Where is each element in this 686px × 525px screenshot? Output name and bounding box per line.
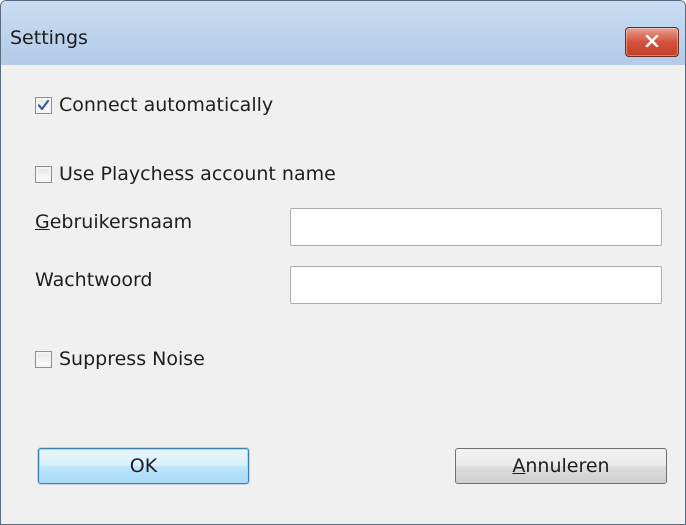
cancel-button[interactable]: Annuleren bbox=[455, 448, 667, 484]
username-label: Gebruikersnaam bbox=[35, 211, 192, 233]
cancel-mnemonic: A bbox=[512, 455, 526, 477]
checkbox-box[interactable] bbox=[35, 165, 52, 183]
use-playchess-account-label: Use Playchess account name bbox=[59, 163, 336, 185]
password-input[interactable] bbox=[290, 266, 662, 304]
close-icon bbox=[645, 35, 659, 47]
ok-button[interactable]: OK bbox=[38, 448, 249, 484]
suppress-noise-checkbox[interactable]: Suppress Noise bbox=[35, 348, 205, 370]
dialog-body: Connect automatically Use Playchess acco… bbox=[10, 65, 684, 524]
checkbox-box[interactable] bbox=[35, 350, 52, 368]
username-label-rest: ebruikersnaam bbox=[49, 211, 193, 233]
use-playchess-account-checkbox[interactable]: Use Playchess account name bbox=[35, 163, 336, 185]
cancel-label-rest: nnuleren bbox=[525, 455, 610, 477]
window-title: Settings bbox=[10, 27, 88, 49]
username-input[interactable] bbox=[290, 208, 662, 246]
username-label-mnemonic: G bbox=[35, 211, 50, 233]
suppress-noise-label: Suppress Noise bbox=[59, 348, 205, 370]
connect-automatically-checkbox[interactable]: Connect automatically bbox=[35, 94, 273, 116]
checkbox-box[interactable] bbox=[35, 96, 52, 114]
password-label: Wachtwoord bbox=[35, 269, 153, 291]
settings-dialog: Settings Connect automatically Use Playc… bbox=[0, 0, 686, 525]
title-bar: Settings bbox=[1, 1, 685, 65]
check-icon bbox=[37, 99, 50, 110]
connect-automatically-label: Connect automatically bbox=[59, 94, 274, 116]
close-button[interactable] bbox=[625, 27, 679, 57]
